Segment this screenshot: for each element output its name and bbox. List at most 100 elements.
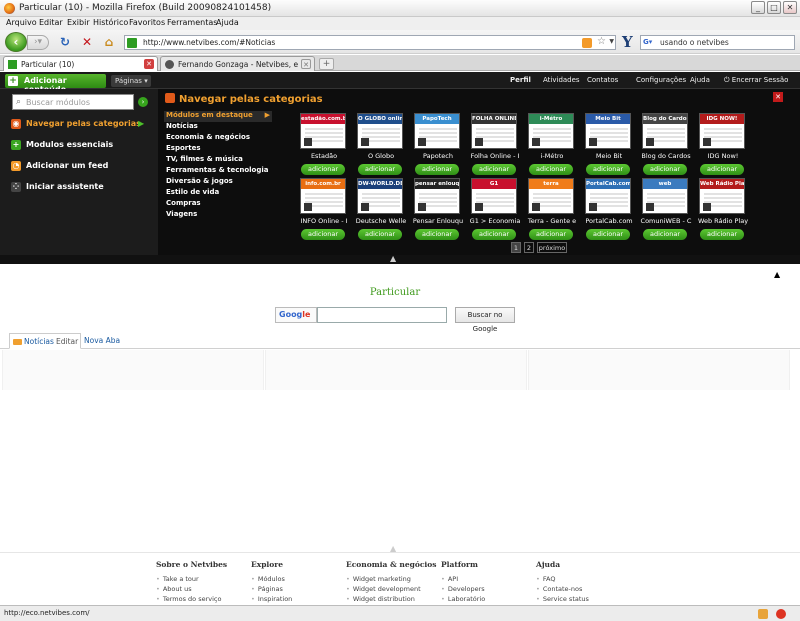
- add-module-button[interactable]: adicionar: [529, 164, 573, 175]
- footer-link[interactable]: Widget distribution: [346, 595, 436, 605]
- rss-feed-icon[interactable]: [582, 38, 592, 48]
- category-fun-games[interactable]: Diversão & jogos: [166, 177, 233, 188]
- back-button[interactable]: ‹: [5, 32, 27, 52]
- add-module-button[interactable]: adicionar: [700, 164, 744, 175]
- module-thumbnail[interactable]: pensar enlouquece: [414, 178, 460, 214]
- footer-link[interactable]: FAQ: [536, 575, 626, 585]
- footer-link[interactable]: Laboratório: [441, 595, 531, 605]
- add-module-button[interactable]: adicionar: [643, 164, 687, 175]
- add-module-button[interactable]: adicionar: [358, 229, 402, 240]
- close-window-button[interactable]: ✕: [783, 1, 797, 14]
- tab-fernando-gonzaga[interactable]: Fernando Gonzaga - Netvibes, excelen... …: [160, 56, 315, 71]
- menu-editar[interactable]: Editar: [39, 18, 63, 27]
- menu-ajuda[interactable]: Ajuda: [216, 18, 239, 27]
- stop-icon[interactable]: ✕: [80, 35, 94, 49]
- close-tab-icon[interactable]: ✕: [301, 59, 311, 69]
- add-module-button[interactable]: adicionar: [301, 164, 345, 175]
- footer-link[interactable]: About us: [156, 585, 246, 595]
- module-thumbnail[interactable]: web: [642, 178, 688, 214]
- module-thumbnail[interactable]: FOLHA ONLINE: [471, 113, 517, 149]
- module-search-go-button[interactable]: ›: [138, 97, 148, 107]
- settings-link[interactable]: Configurações: [636, 76, 686, 84]
- add-module-button[interactable]: adicionar: [586, 164, 630, 175]
- menu-arquivo[interactable]: Arquivo: [6, 18, 37, 27]
- search-bar[interactable]: G▾ usando o netvibes: [640, 35, 795, 50]
- home-icon[interactable]: ⌂: [102, 35, 116, 49]
- module-thumbnail[interactable]: IDG NOW!: [699, 113, 745, 149]
- logout-link[interactable]: ⏻ Encerrar Sessão: [724, 76, 788, 85]
- footer-link[interactable]: Service status: [536, 595, 626, 605]
- footer-link[interactable]: Widget marketing: [346, 575, 436, 585]
- maximize-button[interactable]: □: [767, 1, 781, 14]
- category-news[interactable]: Notícias: [166, 122, 198, 133]
- footer-link[interactable]: Termos do serviço: [156, 595, 246, 605]
- pages-dropdown[interactable]: Páginas ▾: [111, 75, 151, 87]
- close-panel-button[interactable]: ✕: [773, 92, 783, 102]
- add-module-button[interactable]: adicionar: [643, 229, 687, 240]
- reload-icon[interactable]: ↻: [58, 35, 72, 49]
- forward-button[interactable]: ›▾: [27, 35, 49, 50]
- close-tab-icon[interactable]: ✕: [144, 59, 154, 69]
- module-thumbnail[interactable]: O GLOBO online: [357, 113, 403, 149]
- collapse-panel-bar[interactable]: ▲: [0, 254, 800, 264]
- module-thumbnail[interactable]: info.com.br: [300, 178, 346, 214]
- tab-noticias[interactable]: Notícias Editar: [9, 333, 81, 349]
- module-search-input[interactable]: ⌕ Buscar módulos: [12, 94, 134, 110]
- adblock-icon[interactable]: [776, 609, 786, 619]
- menu-historico[interactable]: Histórico: [93, 18, 128, 27]
- minimize-button[interactable]: _: [751, 1, 765, 14]
- activities-link[interactable]: Atividades: [543, 76, 580, 84]
- scroll-top-icon[interactable]: ▲: [774, 270, 780, 279]
- module-thumbnail[interactable]: estadão.com.br: [300, 113, 346, 149]
- google-search-input[interactable]: [317, 307, 447, 323]
- category-lifestyle[interactable]: Estilo de vida: [166, 188, 219, 199]
- category-featured[interactable]: Módulos em destaque ▶: [164, 111, 272, 122]
- footer-link[interactable]: Widget development: [346, 585, 436, 595]
- module-thumbnail[interactable]: PortalCab.com: [585, 178, 631, 214]
- module-thumbnail[interactable]: PapoTech: [414, 113, 460, 149]
- category-tv-movies-music[interactable]: TV, filmes & música: [166, 155, 243, 166]
- google-search-button[interactable]: Buscar no Google: [455, 307, 515, 333]
- footer-link[interactable]: API: [441, 575, 531, 585]
- footer-link[interactable]: Contate-nos: [536, 585, 626, 595]
- menu-favoritos[interactable]: Favoritos: [129, 18, 165, 27]
- add-module-button[interactable]: adicionar: [358, 164, 402, 175]
- module-thumbnail[interactable]: DW-WORLD.DE: [357, 178, 403, 214]
- module-thumbnail[interactable]: Blog do Cardoso: [642, 113, 688, 149]
- yahoo-toolbar-icon[interactable]: Y: [622, 33, 633, 51]
- addon-icon[interactable]: [758, 609, 768, 619]
- bookmark-star-icon[interactable]: ☆: [597, 36, 606, 47]
- footer-link[interactable]: Páginas: [251, 585, 341, 595]
- footer-link[interactable]: Take a tour: [156, 575, 246, 585]
- edit-tab-link[interactable]: Editar: [56, 334, 78, 350]
- page-2-button[interactable]: 2: [524, 242, 534, 253]
- add-module-button[interactable]: adicionar: [472, 164, 516, 175]
- module-thumbnail[interactable]: i-Métro: [528, 113, 574, 149]
- add-module-button[interactable]: adicionar: [700, 229, 744, 240]
- page-1-button[interactable]: 1: [511, 242, 521, 253]
- module-thumbnail[interactable]: Web Rádio Player: [699, 178, 745, 214]
- new-tab-link[interactable]: Nova Aba: [84, 333, 120, 349]
- module-thumbnail[interactable]: terra: [528, 178, 574, 214]
- tab-particular[interactable]: Particular (10) ✕: [3, 56, 158, 71]
- module-thumbnail[interactable]: Meio Bit: [585, 113, 631, 149]
- url-bar[interactable]: http://www.netvibes.com/#Noticias ☆ ▼: [124, 35, 616, 50]
- module-thumbnail[interactable]: G1: [471, 178, 517, 214]
- add-module-button[interactable]: adicionar: [472, 229, 516, 240]
- add-module-button[interactable]: adicionar: [301, 229, 345, 240]
- add-module-button[interactable]: adicionar: [586, 229, 630, 240]
- menu-exibir[interactable]: Exibir: [67, 18, 90, 27]
- url-dropdown-icon[interactable]: ▼: [609, 38, 614, 45]
- add-content-button[interactable]: + Adicionar conteúdo: [5, 74, 106, 94]
- category-sports[interactable]: Esportes: [166, 144, 200, 155]
- footer-link[interactable]: Módulos: [251, 575, 341, 585]
- footer-link[interactable]: Developers: [441, 585, 531, 595]
- next-page-button[interactable]: próximo: [537, 242, 567, 253]
- menu-ferramentas[interactable]: Ferramentas: [167, 18, 217, 27]
- contacts-link[interactable]: Contatos: [587, 76, 618, 84]
- category-travel[interactable]: Viagens: [166, 210, 197, 221]
- help-link[interactable]: Ajuda: [690, 76, 710, 84]
- footer-link[interactable]: Inspiration: [251, 595, 341, 605]
- profile-link[interactable]: Perfil: [510, 76, 531, 84]
- add-module-button[interactable]: adicionar: [529, 229, 573, 240]
